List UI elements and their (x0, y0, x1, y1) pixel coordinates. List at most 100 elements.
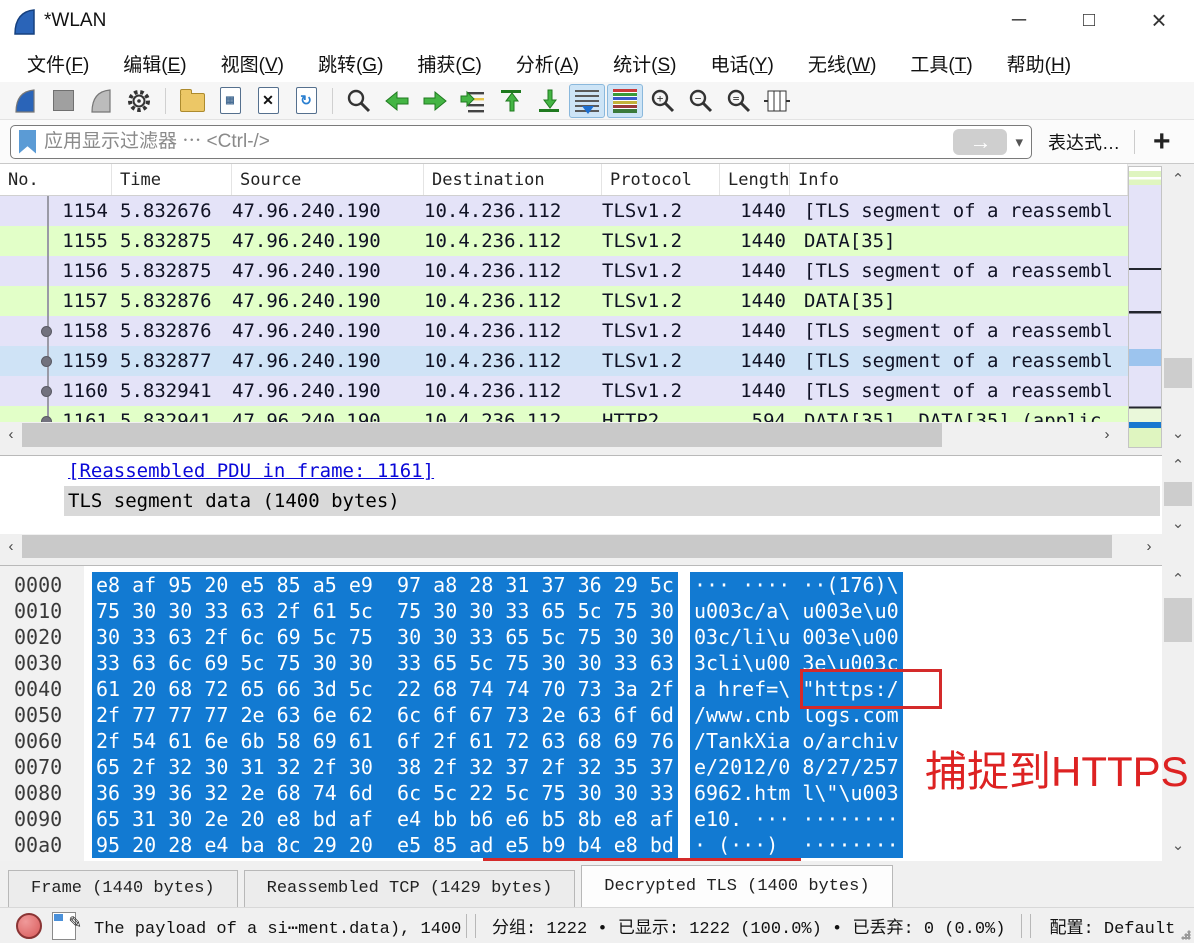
hex-row-0000[interactable]: 0000e8 af 95 20 e5 85 a5 e9 97 a8 28 31 … (0, 572, 903, 598)
scroll-right-icon[interactable]: › (1138, 534, 1160, 560)
hex-ascii[interactable]: 3cli\u00 3e\u003c (690, 650, 903, 676)
packet-row-1161[interactable]: 11615.83294147.96.240.19010.4.236.112HTT… (0, 406, 1128, 422)
menu-item-a[interactable]: 分析(A) (499, 46, 596, 81)
packet-row-1157[interactable]: 11575.83287647.96.240.19010.4.236.112TLS… (0, 286, 1128, 316)
hex-ascii[interactable]: a href=\ "https:/ (690, 676, 903, 702)
previous-packet-icon[interactable] (379, 84, 415, 118)
display-filter-box[interactable]: → ▾ (10, 125, 1032, 159)
scroll-right-icon[interactable]: › (1096, 422, 1118, 448)
column-header-destination[interactable]: Destination (424, 164, 602, 195)
packet-row-1159[interactable]: 11595.83287747.96.240.19010.4.236.112TLS… (0, 346, 1128, 376)
zoom-out-icon[interactable]: − (683, 84, 719, 118)
scroll-up-icon[interactable]: ⌃ (1162, 566, 1194, 594)
save-file-icon[interactable]: ▦ (212, 84, 248, 118)
zoom-in-icon[interactable]: + (645, 84, 681, 118)
hex-row-0030[interactable]: 003033 63 6c 69 5c 75 30 30 33 65 5c 75 … (0, 650, 903, 676)
menu-item-w[interactable]: 无线(W) (791, 46, 894, 81)
reassembled-pdu-link[interactable]: [Reassembled PDU in frame: 1161] (68, 460, 434, 482)
capture-options-icon[interactable] (121, 84, 157, 118)
next-packet-icon[interactable] (417, 84, 453, 118)
menu-item-v[interactable]: 视图(V) (204, 46, 301, 81)
pane-splitter[interactable] (0, 448, 1194, 455)
packet-row-1160[interactable]: 11605.83294147.96.240.19010.4.236.112TLS… (0, 376, 1128, 406)
hex-bytes[interactable]: 36 39 36 32 2e 68 74 6d 6c 5c 22 5c 75 3… (92, 780, 678, 806)
bytes-vscrollbar[interactable]: ⌃ ⌄ (1162, 566, 1194, 860)
menu-item-s[interactable]: 统计(S) (596, 46, 693, 81)
hex-bytes[interactable]: 2f 54 61 6e 6b 58 69 61 6f 2f 61 72 63 6… (92, 728, 678, 754)
hex-bytes[interactable]: 95 20 28 e4 ba 8c 29 20 e5 85 ad e5 b9 b… (92, 832, 678, 858)
autoscroll-icon[interactable] (569, 84, 605, 118)
hex-bytes[interactable]: 61 20 68 72 65 66 3d 5c 22 68 74 74 70 7… (92, 676, 678, 702)
scroll-left-icon[interactable]: ‹ (0, 534, 22, 560)
hex-bytes[interactable]: 65 2f 32 30 31 32 2f 30 38 2f 32 37 2f 3… (92, 754, 678, 780)
close-button[interactable]: × (1130, 0, 1188, 40)
start-capture-icon[interactable] (7, 84, 43, 118)
hex-ascii[interactable]: 03c/li\u 003e\u00 (690, 624, 903, 650)
hex-bytes[interactable]: 33 63 6c 69 5c 75 30 30 33 65 5c 75 30 3… (92, 650, 678, 676)
column-header-length[interactable]: Length (720, 164, 790, 195)
hex-row-0010[interactable]: 001075 30 30 33 63 2f 61 5c 75 30 30 33 … (0, 598, 903, 624)
hex-bytes[interactable]: 2f 77 77 77 2e 63 6e 62 6c 6f 67 73 2e 6… (92, 702, 678, 728)
scroll-left-icon[interactable]: ‹ (0, 422, 22, 448)
hex-ascii[interactable]: 6962.htm l\"\u003 (690, 780, 903, 806)
menu-item-t[interactable]: 工具(T) (893, 46, 989, 81)
filter-bookmark-icon[interactable] (19, 130, 36, 154)
zoom-reset-icon[interactable]: = (721, 84, 757, 118)
capture-comment-icon[interactable]: ✎ (52, 912, 76, 940)
scroll-down-icon[interactable]: ⌄ (1162, 832, 1194, 860)
detail-row-selected[interactable]: TLS segment data (1400 bytes) (64, 486, 1160, 516)
column-header-source[interactable]: Source (232, 164, 424, 195)
hex-row-0070[interactable]: 007065 2f 32 30 31 32 2f 30 38 2f 32 37 … (0, 754, 903, 780)
hex-row-0080[interactable]: 008036 39 36 32 2e 68 74 6d 6c 5c 22 5c … (0, 780, 903, 806)
hex-bytes[interactable]: e8 af 95 20 e5 85 a5 e9 97 a8 28 31 37 3… (92, 572, 678, 598)
hex-bytes[interactable]: 65 31 30 2e 20 e8 bd af e4 bb b6 e6 b5 8… (92, 806, 678, 832)
filter-dropdown-caret[interactable]: ▾ (1015, 133, 1023, 151)
stop-capture-icon[interactable] (45, 84, 81, 118)
maximize-button[interactable]: □ (1060, 0, 1118, 40)
scrollbar-thumb[interactable] (1164, 598, 1192, 642)
scrollbar-thumb[interactable] (1164, 358, 1192, 388)
hex-row-0040[interactable]: 004061 20 68 72 65 66 3d 5c 22 68 74 74 … (0, 676, 903, 702)
expert-info-icon[interactable] (16, 913, 42, 939)
hex-ascii[interactable]: /TankXia o/archiv (690, 728, 903, 754)
hex-ascii[interactable]: ··· ···· ··(176)\ (690, 572, 903, 598)
column-header-protocol[interactable]: Protocol (602, 164, 720, 195)
open-file-icon[interactable] (174, 84, 210, 118)
hex-ascii[interactable]: e10. ··· ········ (690, 806, 903, 832)
reload-file-icon[interactable]: ↻ (288, 84, 324, 118)
hex-ascii[interactable]: · (···) ········ (690, 832, 903, 858)
column-header-info[interactable]: Info (790, 164, 1128, 195)
display-filter-input[interactable] (42, 130, 953, 154)
menu-item-e[interactable]: 编辑(E) (106, 46, 203, 81)
hex-row-0020[interactable]: 002030 33 63 2f 6c 69 5c 75 30 30 33 65 … (0, 624, 903, 650)
packet-row-1154[interactable]: 11545.83267647.96.240.19010.4.236.112TLS… (0, 196, 1128, 226)
hex-row-0060[interactable]: 00602f 54 61 6e 6b 58 69 61 6f 2f 61 72 … (0, 728, 903, 754)
detail-row-reassembled[interactable]: [Reassembled PDU in frame: 1161] (0, 456, 1162, 486)
hex-row-0050[interactable]: 00502f 77 77 77 2e 63 6e 62 6c 6f 67 73 … (0, 702, 903, 728)
hex-row-0090[interactable]: 009065 31 30 2e 20 e8 bd af e4 bb b6 e6 … (0, 806, 903, 832)
scroll-down-icon[interactable]: ⌄ (1162, 510, 1194, 538)
hex-ascii[interactable]: /www.cnb logs.com (690, 702, 903, 728)
packet-row-1158[interactable]: 11585.83287647.96.240.19010.4.236.112TLS… (0, 316, 1128, 346)
scroll-up-icon[interactable]: ⌃ (1162, 166, 1194, 194)
hex-ascii[interactable]: u003c/a\ u003e\u0 (690, 598, 903, 624)
add-filter-button[interactable]: + (1153, 127, 1171, 157)
expression-button[interactable]: 表达式… (1048, 129, 1120, 155)
menu-item-f[interactable]: 文件(F) (10, 46, 106, 81)
menu-item-g[interactable]: 跳转(G) (301, 46, 400, 81)
scrollbar-thumb[interactable] (1164, 482, 1192, 506)
find-packet-icon[interactable] (341, 84, 377, 118)
restart-capture-icon[interactable] (83, 84, 119, 118)
menu-item-c[interactable]: 捕获(C) (400, 46, 498, 81)
details-vscrollbar[interactable]: ⌃ ⌄ (1162, 456, 1194, 534)
details-hscrollbar[interactable]: ‹ › (0, 534, 1162, 559)
menu-item-h[interactable]: 帮助(H) (990, 46, 1088, 81)
goto-packet-icon[interactable] (455, 84, 491, 118)
scroll-up-icon[interactable]: ⌃ (1162, 452, 1194, 480)
first-packet-icon[interactable] (493, 84, 529, 118)
hex-bytes[interactable]: 30 33 63 2f 6c 69 5c 75 30 30 33 65 5c 7… (92, 624, 678, 650)
packet-list-vscrollbar[interactable]: ⌃ ⌄ (1162, 166, 1194, 448)
column-header-no[interactable]: No. (0, 164, 112, 195)
hex-row-00a0[interactable]: 00a095 20 28 e4 ba 8c 29 20 e5 85 ad e5 … (0, 832, 903, 858)
hex-bytes[interactable]: 75 30 30 33 63 2f 61 5c 75 30 30 33 65 5… (92, 598, 678, 624)
